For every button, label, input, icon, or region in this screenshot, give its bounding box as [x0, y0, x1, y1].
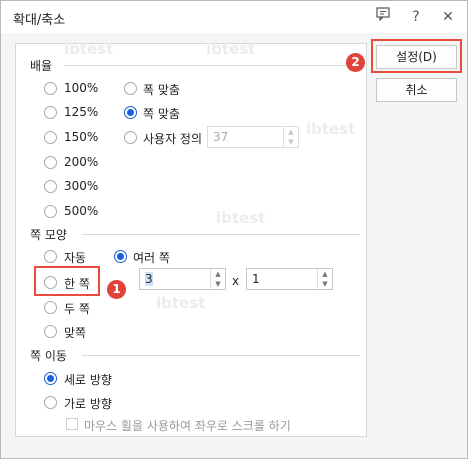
- times-symbol: x: [232, 274, 240, 288]
- label-wheel-scroll: 마우스 휠을 사용하여 좌우로 스크롤 하기: [84, 419, 291, 433]
- rows-value[interactable]: 1: [252, 272, 260, 286]
- options-panel: ibtest ibtest ibtest ibtest ibtest 배율 10…: [15, 40, 367, 437]
- radio-auto[interactable]: [44, 250, 57, 263]
- radio-125[interactable]: [44, 106, 57, 119]
- help-icon[interactable]: ?: [406, 7, 426, 27]
- radio-fit-width[interactable]: [124, 82, 137, 95]
- title-bar: 확대/축소 ? ✕: [1, 1, 467, 33]
- radio-fit-page[interactable]: [124, 106, 137, 119]
- label-facing: 맞쪽: [64, 326, 87, 340]
- radio-two-page[interactable]: [44, 301, 57, 314]
- radio-facing[interactable]: [44, 325, 57, 338]
- zoom-dialog: 확대/축소 ? ✕ ibtest ibtest ibtest ibtest ib…: [0, 0, 468, 459]
- annotation-badge-2: 2: [346, 53, 365, 72]
- custom-zoom-value: 37: [213, 130, 229, 144]
- label-two-page: 두 쪽: [64, 302, 90, 316]
- label-multi-page: 여러 쪽: [133, 251, 170, 265]
- comment-icon[interactable]: [373, 7, 393, 27]
- chevron-down-icon[interactable]: ▼: [284, 137, 298, 147]
- radio-500[interactable]: [44, 205, 57, 218]
- chevron-down-icon[interactable]: ▼: [318, 279, 332, 289]
- label-100: 100%: [64, 81, 99, 95]
- rows-stepper[interactable]: 1 ▲ ▼: [246, 268, 333, 290]
- rows-arrows[interactable]: ▲ ▼: [317, 269, 332, 289]
- watermark: ibtest: [156, 294, 206, 312]
- radio-200[interactable]: [44, 156, 57, 169]
- watermark: ibtest: [206, 40, 256, 58]
- magnification-title: 배율: [30, 57, 59, 74]
- columns-value[interactable]: 3: [145, 272, 153, 286]
- label-500: 500%: [64, 204, 99, 218]
- close-icon[interactable]: ✕: [438, 7, 458, 27]
- radio-300[interactable]: [44, 180, 57, 193]
- cancel-button[interactable]: 취소: [376, 78, 457, 102]
- radio-150[interactable]: [44, 131, 57, 144]
- label-300: 300%: [64, 179, 99, 193]
- watermark: ibtest: [64, 40, 114, 58]
- wheel-scroll-checkbox[interactable]: [66, 418, 78, 430]
- custom-zoom-arrows[interactable]: ▲ ▼: [283, 127, 298, 147]
- radio-horizontal[interactable]: [44, 396, 57, 409]
- section-divider: [82, 234, 360, 235]
- annotation-badge-1: 1: [107, 280, 126, 299]
- label-fit-width: 폭 맞춤: [143, 83, 180, 97]
- radio-100[interactable]: [44, 82, 57, 95]
- columns-stepper[interactable]: 3 ▲ ▼: [139, 268, 226, 290]
- page-layout-title: 쪽 모양: [30, 226, 73, 243]
- label-125: 125%: [64, 105, 99, 119]
- chevron-up-icon[interactable]: ▲: [284, 127, 298, 137]
- label-200: 200%: [64, 155, 99, 169]
- highlight-ok-button: [371, 39, 462, 73]
- page-move-title: 쪽 이동: [30, 347, 73, 364]
- label-auto: 자동: [64, 251, 87, 265]
- custom-zoom-stepper[interactable]: 37 ▲ ▼: [207, 126, 299, 148]
- radio-custom[interactable]: [124, 131, 137, 144]
- radio-multi-page[interactable]: [114, 250, 127, 263]
- section-divider: [82, 355, 360, 356]
- radio-vertical[interactable]: [44, 372, 57, 385]
- dialog-title: 확대/축소: [13, 13, 66, 28]
- section-divider: [64, 65, 360, 66]
- chevron-up-icon[interactable]: ▲: [211, 269, 225, 279]
- label-fit-page: 쪽 맞춤: [143, 107, 180, 121]
- label-custom: 사용자 정의: [143, 132, 203, 146]
- label-horizontal: 가로 방향: [64, 397, 112, 411]
- label-vertical: 세로 방향: [64, 373, 112, 387]
- watermark: ibtest: [306, 120, 356, 138]
- label-150: 150%: [64, 130, 99, 144]
- watermark: ibtest: [216, 209, 266, 227]
- chevron-up-icon[interactable]: ▲: [318, 269, 332, 279]
- highlight-single-page: [34, 266, 100, 296]
- chevron-down-icon[interactable]: ▼: [211, 279, 225, 289]
- columns-arrows[interactable]: ▲ ▼: [210, 269, 225, 289]
